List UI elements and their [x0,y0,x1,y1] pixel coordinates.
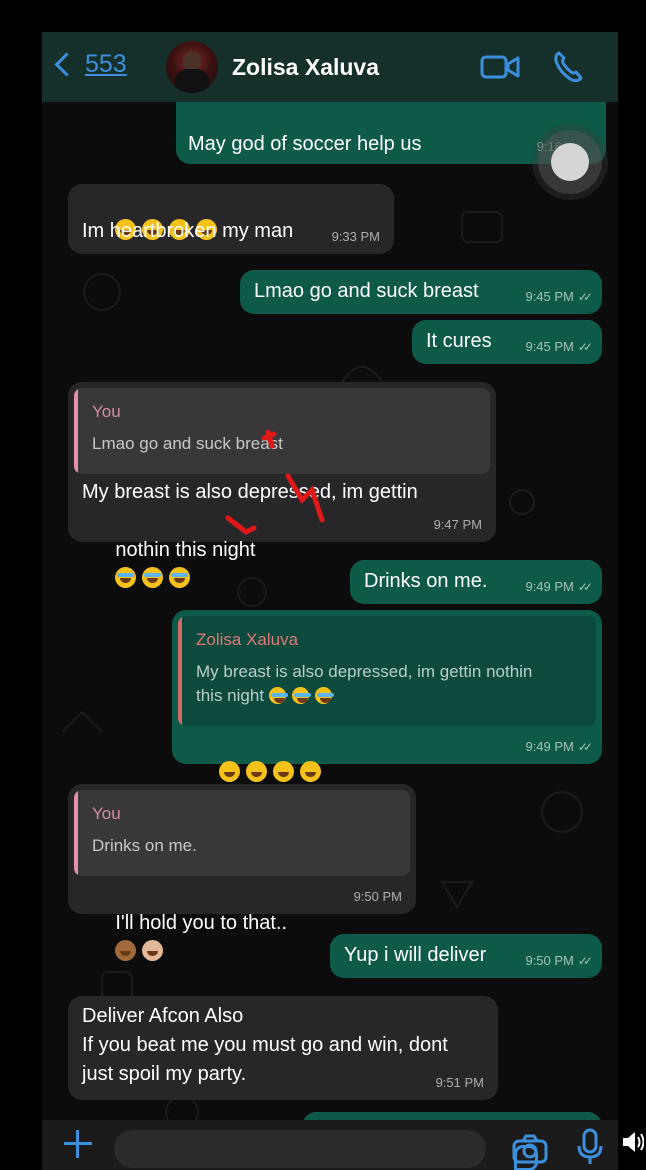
message-time: 9:50 PM [353,889,402,904]
message-time: 9:33 PM [331,229,380,244]
contact-name[interactable]: Zolisa Xaluva [232,54,379,81]
speaker-icon[interactable] [622,1130,644,1154]
message-text: Drinks on me. [364,570,488,592]
message-bubble[interactable]: Yup i will deliver 9:50 PM ✓✓ [330,934,602,978]
chat-header: 553 Zolisa Xaluva [42,32,618,102]
crying-emoji [314,687,334,704]
composer-bar [42,1120,618,1170]
read-receipt-icon: ✓✓ [577,340,593,354]
message-bubble[interactable]: Lmao go and suck breast 9:45 PM ✓✓ [240,270,602,314]
message-bubble[interactable]: Deliver Afcon Also If you beat me you mu… [68,996,498,1100]
read-receipt-icon: ✓✓ [577,580,593,594]
message-text-line: If you beat me you must go and win, dont [82,1034,448,1056]
quote-text-words: this night [196,686,265,705]
thumbs-up-emoji [115,940,137,961]
quote-bar [74,790,78,876]
quoted-message[interactable]: Zolisa Xaluva My breast is also depresse… [178,616,596,726]
message-text: Lmao go and suck breast [254,280,479,302]
message-status: 9:45 PM ✓✓ [525,339,593,354]
quoted-message[interactable]: You Drinks on me. [74,790,410,876]
message-time: 9:47 PM [433,517,482,532]
read-receipt-icon: ✓✓ [577,954,593,968]
chevron-left-icon [54,52,79,77]
crying-emoji [268,687,288,704]
laughing-emoji [246,761,268,782]
read-receipt-icon: ✓✓ [577,740,593,754]
message-bubble[interactable]: Zolisa Xaluva My breast is also depresse… [172,610,602,782]
message-bubble[interactable]: Drinks on me. 9:49 PM ✓✓ [350,560,602,604]
message-time: 9:49 PM [525,579,574,594]
mic-icon[interactable] [576,1128,604,1166]
message-time: 9:45 PM [525,289,574,304]
crying-emoji [142,567,164,588]
message-text: It cures [426,330,492,352]
message-time: 9:51 PM [435,1075,484,1090]
video-call-icon[interactable] [480,52,520,82]
quote-text: My breast is also depressed, im gettin n… [196,660,596,708]
phone-icon[interactable] [552,50,586,84]
crying-emoji [169,567,191,588]
quote-text: Drinks on me. [92,836,197,855]
plus-icon[interactable] [62,1128,94,1160]
message-status: 9:50 PM ✓✓ [525,953,593,968]
read-receipt-icon: ✓✓ [577,290,593,304]
message-time: 9:50 PM [525,953,574,968]
quote-bar [74,388,78,474]
back-button[interactable]: 553 [54,50,127,79]
message-bubble[interactable]: Im heartbroken my man 9:33 PM [68,184,394,254]
message-text-line: just spoil my party. [82,1063,247,1085]
message-bubble[interactable]: You Lmao go and suck breast My breast is… [68,382,496,588]
message-bubble[interactable]: It cures 9:45 PM ✓✓ [412,320,602,364]
message-time: 9:49 PM [525,739,574,754]
crying-emoji [115,567,137,588]
message-input[interactable] [114,1130,538,1170]
message-text: Yup i will deliver [344,944,487,966]
message-text-line: I'll hold you to that.. [82,880,287,996]
message-time: 9:45 PM [525,339,574,354]
clapping-emoji [142,940,164,961]
quote-text-line: My breast is also depressed, im gettin n… [196,662,533,681]
quote-bar [178,616,182,726]
message-text: May god of soccer help us [188,133,422,155]
red-scribble [225,429,325,535]
camera-icon[interactable] [512,1134,548,1164]
laughing-emoji [219,761,241,782]
laughing-emoji [273,761,295,782]
quote-author: You [92,804,121,823]
quote-author: You [92,402,121,421]
unread-count: 553 [85,50,127,78]
message-status: 9:49 PM ✓✓ [525,739,593,754]
message-text-line-2: nothin this night [115,539,256,561]
quote-text-line-2: this night [196,684,596,708]
message-text: I'll hold you to that.. [115,912,288,934]
crying-emoji [291,687,311,704]
message-status: 9:49 PM ✓✓ [525,579,593,594]
quote-author: Zolisa Xaluva [196,630,299,649]
message-text-line: Deliver Afcon Also [82,1005,244,1027]
message-text: Im heartbroken my man [82,220,294,242]
assistive-touch-button[interactable] [538,130,602,194]
chat-screen: 553 Zolisa Xaluva May god of soccer help… [42,32,618,1170]
avatar[interactable] [166,41,218,93]
message-status: 9:45 PM ✓✓ [525,289,593,304]
message-bubble[interactable]: You Drinks on me. I'll hold you to that.… [68,784,416,961]
laughing-emoji [300,761,322,782]
